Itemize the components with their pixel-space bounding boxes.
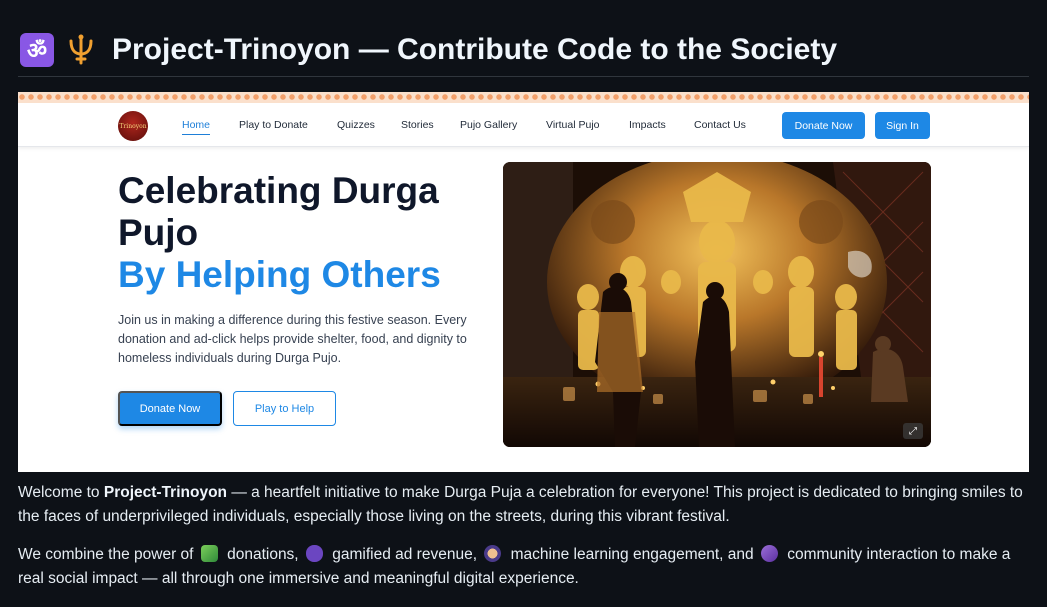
nav-donate-button[interactable]: Donate Now bbox=[782, 112, 865, 139]
readme-heading: ॐ Project-Trinoyon — Contribute Code to … bbox=[20, 28, 837, 72]
robot-face-icon bbox=[484, 545, 502, 562]
intro-paragraph: Welcome to Project-Trinoyon — a heartfel… bbox=[18, 484, 1023, 525]
om-symbol-icon: ॐ bbox=[20, 33, 54, 67]
nav-contact-us[interactable]: Contact Us bbox=[694, 119, 746, 131]
nav-impacts[interactable]: Impacts bbox=[629, 119, 666, 131]
trident-icon bbox=[69, 34, 93, 65]
website-screenshot: Trinoyon Home Play to Donate Quizzes Sto… bbox=[18, 92, 1029, 472]
community-hands-icon bbox=[760, 545, 778, 562]
features-paragraph: We combine the power of donations, gamif… bbox=[18, 545, 1011, 587]
hero-heading: Celebrating Durga Pujo bbox=[118, 170, 439, 253]
hero-play-button[interactable]: Play to Help bbox=[233, 391, 336, 426]
nav-home[interactable]: Home bbox=[182, 119, 211, 135]
project-name: Project-Trinoyon bbox=[103, 484, 228, 501]
hero-donate-button[interactable]: Donate Now bbox=[118, 391, 222, 426]
nav-stories[interactable]: Stories bbox=[401, 119, 434, 131]
page-title: Project-Trinoyon — Contribute Code to th… bbox=[112, 33, 838, 66]
hero-subheading: By Helping Others bbox=[118, 254, 441, 295]
nav-quizzes[interactable]: Quizzes bbox=[337, 119, 375, 131]
nav-virtual-pujo[interactable]: Virtual Pujo bbox=[546, 119, 600, 131]
decorative-pattern-border bbox=[18, 92, 1029, 103]
game-controller-icon bbox=[305, 545, 323, 562]
nav-play-to-donate[interactable]: Play to Donate bbox=[239, 119, 308, 131]
durga-pujo-photo: ⤢ bbox=[503, 162, 931, 447]
site-navbar: Trinoyon Home Play to Donate Quizzes Sto… bbox=[18, 103, 1029, 147]
expand-icon[interactable]: ⤢ bbox=[903, 423, 923, 439]
nav-pujo-gallery[interactable]: Pujo Gallery bbox=[460, 119, 517, 131]
hero-description: Join us in making a difference during th… bbox=[118, 313, 467, 365]
title-divider bbox=[18, 76, 1029, 77]
site-logo[interactable]: Trinoyon bbox=[118, 111, 148, 141]
nav-signin-button[interactable]: Sign In bbox=[875, 112, 930, 139]
money-wings-icon bbox=[200, 545, 218, 562]
